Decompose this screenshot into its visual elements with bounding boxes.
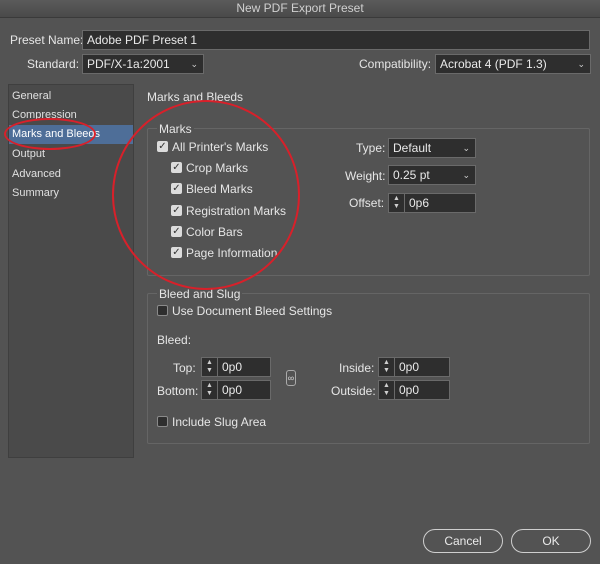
type-select[interactable]: Default ⌄ bbox=[388, 138, 476, 158]
bottom-stepper[interactable]: ▲ ▼ 0p0 bbox=[201, 380, 271, 400]
preset-name-input[interactable]: Adobe PDF Preset 1 bbox=[82, 30, 590, 50]
compatibility-label: Compatibility: bbox=[359, 57, 432, 71]
outside-label: Outside: bbox=[331, 384, 376, 398]
page-information-label: Page Information bbox=[186, 246, 278, 260]
page-information-checkbox[interactable]: ✓ bbox=[171, 247, 182, 258]
use-document-bleed-checkbox[interactable] bbox=[157, 305, 168, 316]
stepper-arrows-icon[interactable]: ▲ ▼ bbox=[202, 381, 218, 399]
stepper-arrows-icon[interactable]: ▲ ▼ bbox=[389, 194, 405, 212]
inside-value: 0p0 bbox=[399, 360, 420, 374]
ok-button[interactable]: OK bbox=[511, 529, 591, 553]
chevron-down-icon: ⌄ bbox=[577, 59, 585, 69]
standard-value: PDF/X-1a:2001 bbox=[87, 57, 170, 71]
bottom-value: 0p0 bbox=[222, 383, 243, 397]
window-title: New PDF Export Preset bbox=[236, 1, 364, 15]
chevron-down-icon: ⌄ bbox=[462, 170, 470, 180]
sidebar-item-compression[interactable]: Compression bbox=[9, 106, 133, 125]
sidebar-item-marks-and-bleeds[interactable]: Marks and Bleeds bbox=[9, 125, 133, 144]
use-document-bleed-label: Use Document Bleed Settings bbox=[172, 304, 333, 318]
cancel-button[interactable]: Cancel bbox=[423, 529, 503, 553]
sidebar-item-output[interactable]: Output bbox=[9, 145, 133, 164]
stepper-arrows-icon[interactable]: ▲ ▼ bbox=[379, 381, 395, 399]
sidebar-item-summary[interactable]: Summary bbox=[9, 184, 133, 203]
registration-marks-checkbox[interactable]: ✓ bbox=[171, 205, 182, 216]
bottom-label: Bottom: bbox=[157, 384, 199, 398]
offset-stepper[interactable]: ▲ ▼ 0p6 bbox=[388, 193, 476, 213]
registration-marks-label: Registration Marks bbox=[186, 204, 287, 218]
outside-stepper[interactable]: ▲ ▼ 0p0 bbox=[378, 380, 450, 400]
crop-marks-label: Crop Marks bbox=[186, 161, 249, 175]
bleed-label: Bleed: bbox=[157, 333, 192, 347]
marks-group-title: Marks bbox=[157, 122, 194, 136]
inside-stepper[interactable]: ▲ ▼ 0p0 bbox=[378, 357, 450, 377]
compatibility-value: Acrobat 4 (PDF 1.3) bbox=[440, 57, 547, 71]
standard-select[interactable]: PDF/X-1a:2001 ⌄ bbox=[82, 54, 204, 74]
all-printers-marks-label: All Printer's Marks bbox=[172, 140, 269, 154]
offset-label: Offset: bbox=[349, 196, 385, 210]
sidebar-nav: General Compression Marks and Bleeds Out… bbox=[8, 84, 134, 458]
preset-name-label: Preset Name: bbox=[10, 33, 84, 47]
compatibility-select[interactable]: Acrobat 4 (PDF 1.3) ⌄ bbox=[435, 54, 591, 74]
sidebar-item-general[interactable]: General bbox=[9, 87, 133, 106]
chevron-down-icon: ⌄ bbox=[190, 59, 198, 69]
all-printers-marks-checkbox[interactable]: ✓ bbox=[157, 141, 168, 152]
type-label: Type: bbox=[356, 141, 386, 155]
sidebar-item-advanced[interactable]: Advanced bbox=[9, 165, 133, 184]
color-bars-checkbox[interactable]: ✓ bbox=[171, 226, 182, 237]
chevron-down-icon: ⌄ bbox=[462, 143, 470, 153]
weight-label: Weight: bbox=[345, 169, 386, 183]
stepper-arrows-icon[interactable]: ▲ ▼ bbox=[202, 358, 218, 376]
color-bars-label: Color Bars bbox=[186, 225, 243, 239]
crop-marks-checkbox[interactable]: ✓ bbox=[171, 162, 182, 173]
bleed-marks-label: Bleed Marks bbox=[186, 182, 253, 196]
inside-label: Inside: bbox=[339, 361, 375, 375]
window-titlebar: New PDF Export Preset bbox=[0, 0, 600, 18]
top-stepper[interactable]: ▲ ▼ 0p0 bbox=[201, 357, 271, 377]
section-title: Marks and Bleeds bbox=[147, 90, 244, 104]
bleed-slug-group-title: Bleed and Slug bbox=[157, 287, 243, 301]
top-label: Top: bbox=[173, 361, 196, 375]
weight-value: 0.25 pt bbox=[393, 168, 430, 182]
standard-label: Standard: bbox=[27, 57, 80, 71]
include-slug-label: Include Slug Area bbox=[172, 415, 267, 429]
weight-select[interactable]: 0.25 pt ⌄ bbox=[388, 165, 476, 185]
offset-value: 0p6 bbox=[409, 196, 430, 210]
top-value: 0p0 bbox=[222, 360, 243, 374]
bleed-marks-checkbox[interactable]: ✓ bbox=[171, 183, 182, 194]
chain-link-icon[interactable]: ∞ bbox=[286, 370, 296, 386]
include-slug-checkbox[interactable] bbox=[157, 416, 168, 427]
stepper-arrows-icon[interactable]: ▲ ▼ bbox=[379, 358, 395, 376]
outside-value: 0p0 bbox=[399, 383, 420, 397]
type-value: Default bbox=[393, 141, 432, 155]
